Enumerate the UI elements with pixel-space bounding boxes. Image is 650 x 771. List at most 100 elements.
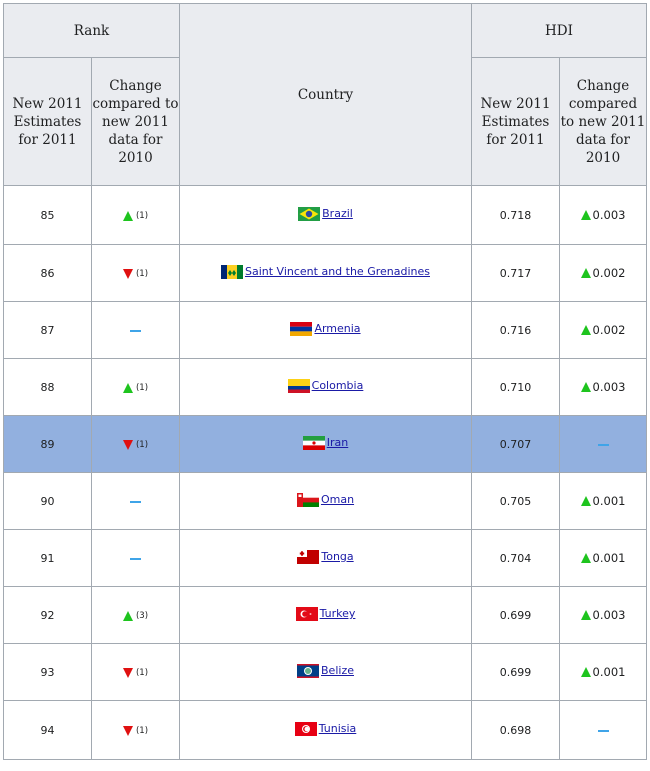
hdi-change-amount: 0.002 <box>592 266 626 280</box>
hdi-change-up-triangle-icon <box>580 268 591 278</box>
country-entry: Tunisia <box>294 721 357 736</box>
country-link[interactable]: Tonga <box>321 550 353 563</box>
hdi-change-amount: 0.001 <box>592 494 626 508</box>
country-entry: Brazil <box>298 206 353 221</box>
hdi-value-cell: 0.699 <box>471 586 560 644</box>
turkey-flag-icon <box>295 606 318 621</box>
rank-change-down-triangle-icon <box>122 725 133 736</box>
country-entry: Oman <box>296 492 354 507</box>
hdi-change-amount: 0.001 <box>592 551 626 565</box>
country-entry: Iran <box>302 435 348 450</box>
hdi-change-amount: 0.002 <box>592 323 626 337</box>
colombia-flag-icon <box>287 378 310 393</box>
country-header[interactable]: Country <box>179 3 472 186</box>
saint-vincent-flag-icon <box>220 264 243 279</box>
rank-cell: 91 <box>3 529 92 587</box>
hdi-change-cell: 0.003 <box>559 358 647 416</box>
country-cell: Turkey <box>179 586 472 644</box>
country-cell: Oman <box>179 472 472 530</box>
rank-change-down-triangle-icon <box>122 439 133 450</box>
table-row: 90 Oman 0.705 0.001 <box>3 472 647 530</box>
country-link[interactable]: Saint Vincent and the Grenadines <box>245 265 430 278</box>
rank-change-no-change-dash-icon <box>130 557 141 560</box>
table-row: 86 (1) Saint Vincent and the Grenadines 0.7… <box>3 244 647 302</box>
hdi-change-header[interactable]: Change compared to new 2011 data for 201… <box>559 57 647 186</box>
hdi-value-cell: 0.699 <box>471 643 560 701</box>
rank-change-amount: (1) <box>135 382 149 393</box>
oman-flag-icon <box>296 492 319 507</box>
rank-change-amount: (1) <box>135 667 149 678</box>
hdi-change-up-triangle-icon <box>580 667 591 677</box>
table-body: 85 (1) Brazil 0.718 0.003 86 (1) Saint Vincent … <box>3 185 647 760</box>
tonga-flag-icon <box>297 549 320 564</box>
country-link[interactable]: Tunisia <box>319 722 357 735</box>
country-cell: Tonga <box>179 529 472 587</box>
rank-change-cell <box>91 529 180 587</box>
rank-change-cell: (1) <box>91 244 180 302</box>
hdi-change-cell: 0.002 <box>559 244 647 302</box>
hdi-change-cell <box>559 415 647 473</box>
tunisia-flag-icon <box>294 721 317 736</box>
rank-change-up-triangle-icon <box>122 610 133 621</box>
country-link[interactable]: Brazil <box>322 207 353 220</box>
rank-cell: 89 <box>3 415 92 473</box>
rank-change-amount: (1) <box>135 725 149 736</box>
rank-estimates-header[interactable]: New 2011 Estimates for 2011 <box>3 57 92 186</box>
rank-change-up-triangle-icon <box>122 210 133 221</box>
country-entry: Saint Vincent and the Grenadines <box>220 264 430 279</box>
rank-change-down-triangle-icon <box>122 268 133 279</box>
rank-change-cell: (1) <box>91 185 180 245</box>
hdi-change-cell: 0.002 <box>559 301 647 359</box>
hdi-ranking-table: Rank Country HDI New 2011 Estimates for … <box>3 3 647 760</box>
country-cell: Belize <box>179 643 472 701</box>
rank-change-amount: (1) <box>135 210 149 221</box>
rank-change-amount: (1) <box>135 439 149 450</box>
hdi-change-up-triangle-icon <box>580 610 591 620</box>
hdi-change-no-change-dash-icon <box>597 443 609 446</box>
hdi-change-cell: 0.001 <box>559 643 647 701</box>
hdi-value-cell: 0.718 <box>471 185 560 245</box>
armenia-flag-icon <box>290 321 313 336</box>
rank-header[interactable]: Rank <box>3 3 180 58</box>
hdi-change-up-triangle-icon <box>580 325 591 335</box>
table-row: 88 (1) Colombia 0.710 0.003 <box>3 358 647 416</box>
country-entry: Belize <box>297 663 354 678</box>
country-link[interactable]: Armenia <box>314 322 360 335</box>
hdi-change-amount: 0.003 <box>592 380 626 394</box>
rank-change-down-triangle-icon <box>122 667 133 678</box>
hdi-change-cell: 0.001 <box>559 529 647 587</box>
country-cell: Brazil <box>179 185 472 245</box>
rank-cell: 88 <box>3 358 92 416</box>
hdi-change-amount: 0.001 <box>592 665 626 679</box>
country-link[interactable]: Oman <box>321 493 354 506</box>
country-link[interactable]: Turkey <box>320 607 356 620</box>
rank-change-cell: (1) <box>91 415 180 473</box>
hdi-change-cell <box>559 700 647 760</box>
hdi-estimates-header[interactable]: New 2011 Estimates for 2011 <box>471 57 560 186</box>
table-row: 94 (1) Tunisia 0.698 <box>3 700 647 760</box>
rank-cell: 86 <box>3 244 92 302</box>
rank-change-cell <box>91 301 180 359</box>
hdi-change-amount: 0.003 <box>592 608 626 622</box>
hdi-change-no-change-dash-icon <box>597 729 609 732</box>
table-row: 85 (1) Brazil 0.718 0.003 <box>3 185 647 245</box>
hdi-header[interactable]: HDI <box>471 3 647 58</box>
country-link[interactable]: Iran <box>327 436 348 449</box>
rank-change-header[interactable]: Change compared to new 2011 data for 201… <box>91 57 180 186</box>
country-entry: Armenia <box>290 321 361 336</box>
rank-cell: 93 <box>3 643 92 701</box>
country-cell: Tunisia <box>179 700 472 760</box>
table-row: 92 (3) Turkey 0.699 0.003 <box>3 586 647 644</box>
hdi-change-up-triangle-icon <box>580 210 591 220</box>
table-row: 91 Tonga 0.704 0.001 <box>3 529 647 587</box>
hdi-change-amount: 0.003 <box>592 208 626 222</box>
hdi-value-cell: 0.698 <box>471 700 560 760</box>
rank-change-amount: (3) <box>135 610 149 621</box>
hdi-change-cell: 0.003 <box>559 185 647 245</box>
country-link[interactable]: Belize <box>321 664 354 677</box>
brazil-flag-icon <box>298 206 321 221</box>
table-row: 87 Armenia 0.716 0.002 <box>3 301 647 359</box>
rank-cell: 85 <box>3 185 92 245</box>
country-link[interactable]: Colombia <box>312 379 364 392</box>
rank-change-cell <box>91 472 180 530</box>
